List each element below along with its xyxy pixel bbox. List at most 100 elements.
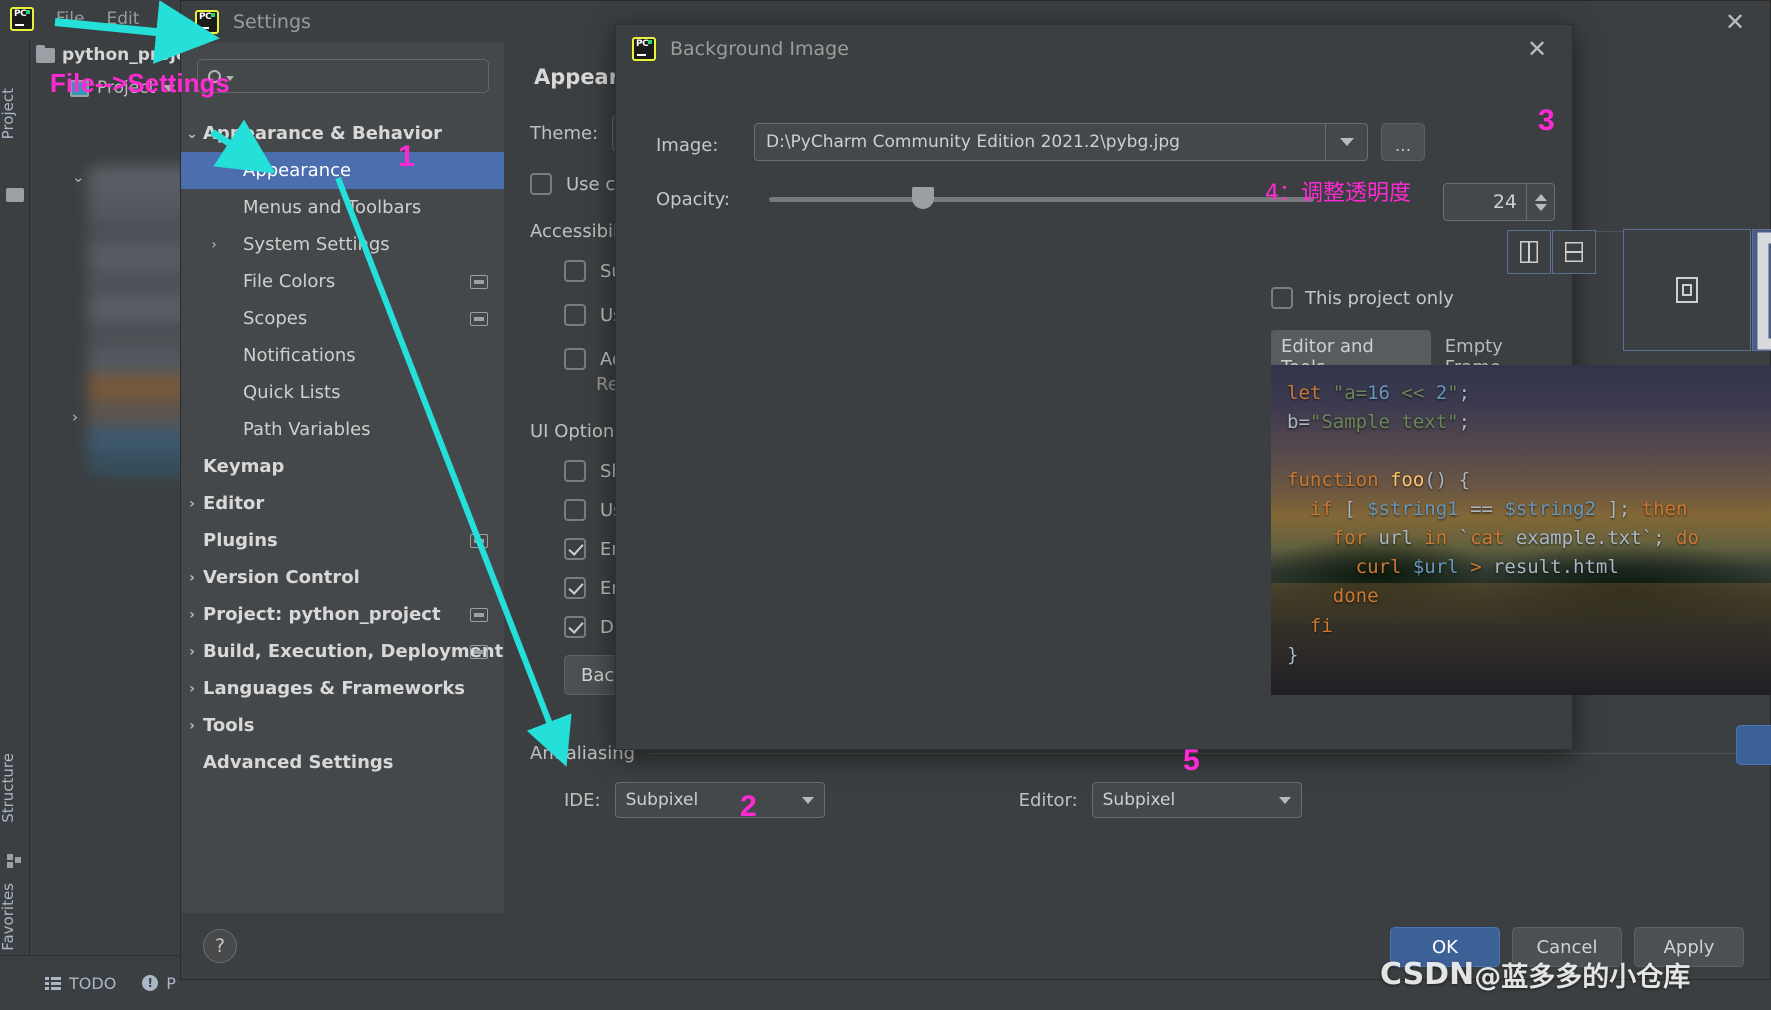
project-root-row[interactable]: python_project [30,38,206,72]
fill-option-center[interactable] [1623,229,1751,351]
sidebar-item-build-execution-deployment[interactable]: › Build, Execution, Deployment [181,633,504,670]
help-button[interactable]: ? [203,929,237,963]
this-project-only-label: This project only [1305,287,1454,309]
chevron-right-icon[interactable]: › [181,681,203,697]
rail-item-favorites[interactable]: Favorites [0,883,17,951]
bg-ok-button[interactable]: OK [1736,725,1771,765]
rail-item-structure[interactable]: Structure [0,753,17,823]
preview-code-line-0: let "a=16 << 2"; [1287,382,1471,404]
rail-item-project[interactable]: Project [0,88,17,139]
pycharm-logo-icon [632,37,656,61]
close-icon[interactable]: ✕ [1524,37,1550,63]
warning-icon: ! [142,975,159,991]
watermark-brand: CSDN [1380,957,1475,992]
sidebar-item-languages-frameworks[interactable]: › Languages & Frameworks [181,670,504,707]
sidebar-item-file-colors[interactable]: File Colors [181,263,504,300]
settings-sidebar: ⌄ Appearance & Behavior Appearance Menus an… [181,43,504,913]
sidebar-item-project-python-project[interactable]: › Project: python_project [181,596,504,633]
chevron-down-icon[interactable] [1534,203,1547,211]
chevron-right-icon[interactable]: › [203,237,225,253]
opacity-label: Opacity: [656,189,730,210]
preview-code-line-5: for url in `cat example.txt`; do [1332,527,1699,550]
image-path-dropdown[interactable] [1325,124,1367,160]
acc-checkbox-0[interactable] [564,260,586,282]
preview-code-line-9: } [1287,643,1299,666]
background-preview: let "a=16 << 2"; b="Sample text"; functio… [1271,365,1771,695]
chevron-down-icon[interactable]: ⌄ [181,126,203,142]
acc-checkbox-1[interactable] [564,304,586,326]
sidebar-item-label: Keymap [203,456,285,477]
opacity-value: 24 [1492,191,1517,213]
ui-option-checkbox-2[interactable] [564,538,586,560]
opacity-spinner[interactable]: 24 [1443,183,1555,221]
sidebar-item-label: Appearance [243,160,352,181]
sidebar-item-menus-and-toolbars[interactable]: Menus and Toolbars [181,189,504,226]
sidebar-item-label: Languages & Frameworks [203,678,466,699]
chevron-down-icon [1278,796,1291,804]
sidebar-item-appearance[interactable]: Appearance [181,152,504,189]
browse-button[interactable]: ... [1381,123,1425,161]
split-vertical-button[interactable] [1552,230,1596,274]
preview-code-line-4: if [ $string1 == $string2 ]; then [1309,498,1688,521]
preview-code-line-2 [1287,437,1771,466]
image-path-value: D:\PyCharm Community Edition 2021.2\pybg… [766,132,1180,152]
close-icon[interactable]: ✕ [1722,10,1748,36]
ui-option-checkbox-3[interactable] [564,577,586,599]
annotation-number-3: 3 [1538,104,1555,137]
settings-badge-icon [470,644,488,659]
menu-edit[interactable]: Edit [106,9,139,29]
sidebar-item-quick-lists[interactable]: Quick Lists [181,374,504,411]
sidebar-item-scopes[interactable]: Scopes [181,300,504,337]
sidebar-item-label: System Settings [243,234,390,255]
chevron-right-icon[interactable]: › [181,607,203,623]
sidebar-item-appearance-behavior[interactable]: ⌄ Appearance & Behavior [181,115,504,152]
search-input[interactable] [197,59,489,93]
chevron-right-icon[interactable]: › [181,570,203,586]
split-horizontal-button[interactable] [1507,230,1551,274]
sidebar-item-path-variables[interactable]: Path Variables [181,411,504,448]
chevron-down-icon [801,796,814,804]
tree-expand-chevron[interactable]: ⌄ [72,168,85,186]
bg-dialog-title: Background Image [670,38,849,60]
annotation-opacity-cn: 4：调整透明度 [1265,181,1411,206]
sidebar-item-label: Project: python_project [203,604,441,625]
chevron-right-icon[interactable]: › [181,496,203,512]
chevron-up-icon[interactable] [1534,193,1547,201]
todo-tab[interactable]: TODO [45,974,116,993]
problems-tab[interactable]: ! P [142,974,176,993]
this-project-only-row[interactable]: This project only [1271,287,1454,309]
sidebar-item-label: Advanced Settings [203,752,394,773]
menu-file[interactable]: File [56,9,84,29]
settings-badge-icon [470,274,488,289]
sidebar-item-tools[interactable]: › Tools [181,707,504,744]
settings-badge-icon [470,311,488,326]
use-custom-checkbox[interactable] [530,173,552,195]
image-path-field[interactable]: D:\PyCharm Community Edition 2021.2\pybg… [754,123,1368,161]
annotation-file-settings: File-->Settings [50,68,230,98]
sidebar-item-notifications[interactable]: Notifications [181,337,504,374]
ui-option-checkbox-1[interactable] [564,499,586,521]
problems-label: P [166,973,176,993]
sidebar-item-plugins[interactable]: Plugins [181,522,504,559]
chevron-right-icon[interactable]: › [181,718,203,734]
tree-collapse-chevron[interactable]: › [72,408,78,426]
chevron-right-icon[interactable]: › [181,644,203,660]
structure-icon [7,853,23,868]
fill-option-scale[interactable] [1752,229,1771,351]
sidebar-item-keymap[interactable]: Keymap [181,448,504,485]
ui-option-checkbox-0[interactable] [564,460,586,482]
acc-checkbox-2[interactable] [564,348,586,370]
sidebar-item-advanced-settings[interactable]: Advanced Settings [181,744,504,781]
sidebar-item-editor[interactable]: › Editor [181,485,504,522]
opacity-slider-thumb[interactable] [912,187,934,209]
sidebar-item-system-settings[interactable]: › System Settings [181,226,504,263]
sidebar-item-label: Version Control [203,567,360,588]
opacity-slider[interactable] [769,187,1314,209]
editor-aa-select[interactable]: Subpixel [1091,782,1302,818]
ide-aa-select[interactable]: Subpixel [614,782,825,818]
this-project-only-checkbox[interactable] [1271,287,1293,309]
opacity-stepper[interactable] [1526,184,1554,220]
sidebar-item-version-control[interactable]: › Version Control [181,559,504,596]
ui-option-checkbox-4[interactable] [564,616,586,638]
pycharm-logo-icon [10,7,34,31]
